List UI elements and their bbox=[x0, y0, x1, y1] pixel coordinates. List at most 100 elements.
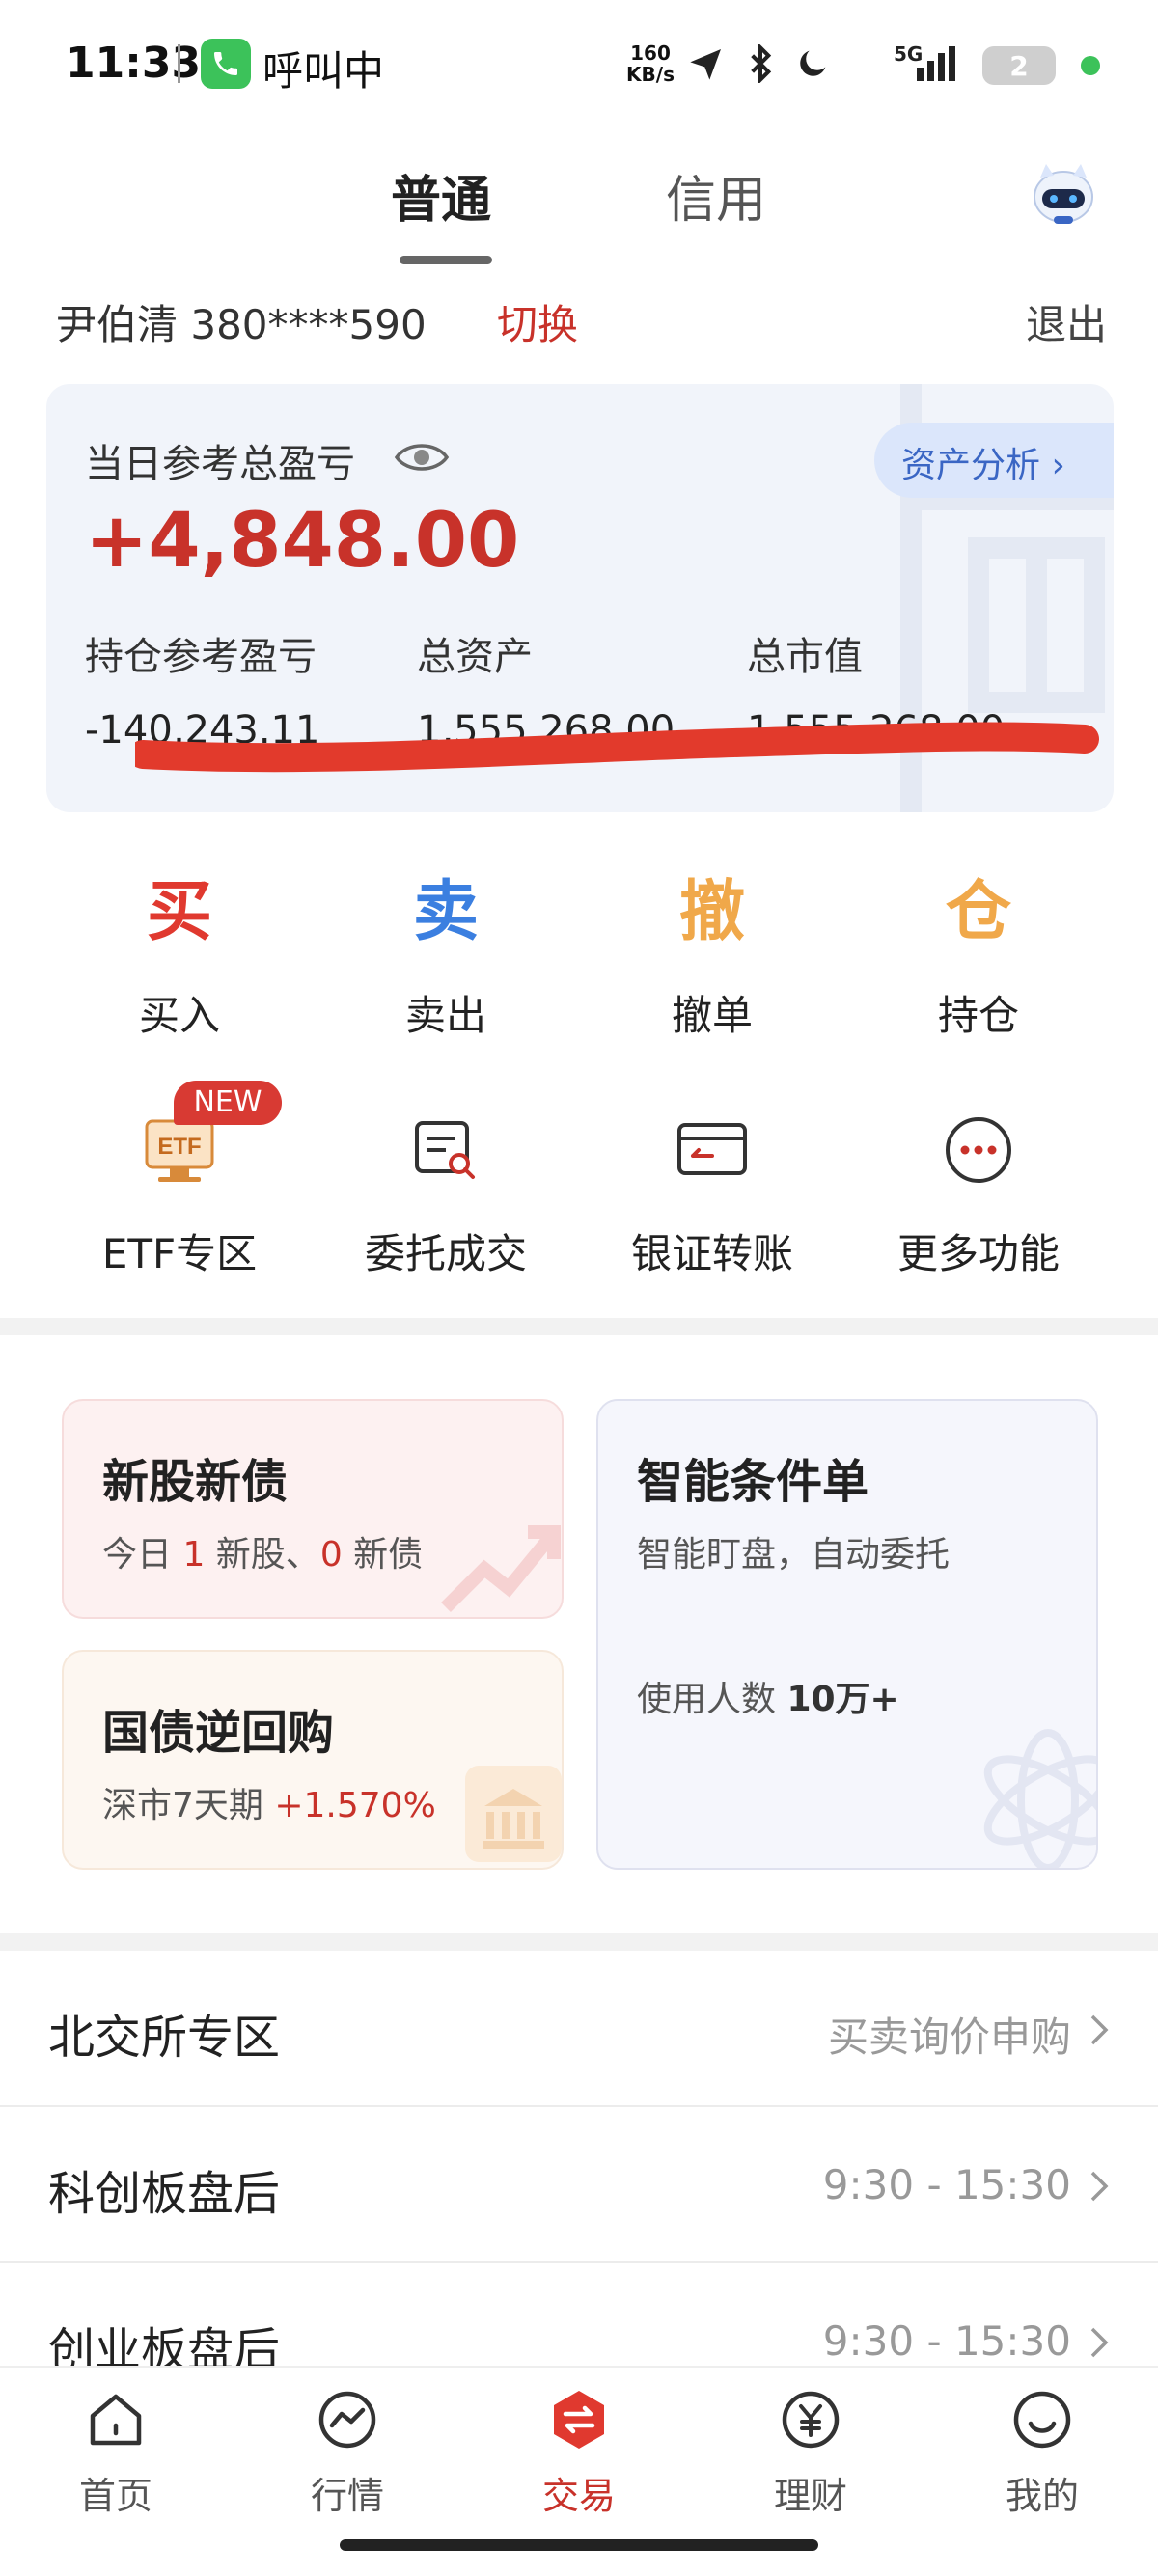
ipo-bond-count: 0 bbox=[319, 1535, 343, 1575]
battery-icon: 2 bbox=[982, 46, 1056, 85]
position-pl-label: 持仓参考盈亏 bbox=[85, 635, 317, 679]
asset-analysis-button[interactable]: 资产分析 › bbox=[874, 423, 1114, 498]
bank-building-icon bbox=[465, 1766, 562, 1862]
wealth-icon bbox=[695, 2381, 926, 2458]
atom-icon bbox=[983, 1729, 1096, 1868]
signal-icon bbox=[913, 44, 963, 87]
network-speed-value: 160 bbox=[630, 41, 671, 65]
positions-icon: 仓 bbox=[945, 873, 1011, 950]
ipo-card[interactable]: 新股新债 今日 1 新股、0 新债 bbox=[62, 1399, 564, 1619]
tab-indicator bbox=[400, 256, 492, 264]
ipo-prefix: 今日 bbox=[102, 1535, 183, 1575]
daily-pl-value: +4,848.00 bbox=[85, 498, 520, 585]
ipo-subtitle: 今日 1 新股、0 新债 bbox=[102, 1526, 423, 1576]
positions-label: 持仓 bbox=[937, 992, 1019, 1039]
eye-icon[interactable] bbox=[394, 438, 450, 480]
nav-wealth[interactable]: 理财 bbox=[695, 2381, 926, 2519]
more-functions-label: 更多功能 bbox=[896, 1230, 1060, 1277]
orders-trades-button[interactable]: 委托成交 bbox=[330, 1111, 562, 1280]
status-bar: 11:33 呼叫中 160 KB/s 5G 2 bbox=[0, 0, 1158, 125]
chevron-right-icon bbox=[1090, 2171, 1109, 2202]
order-search-icon bbox=[330, 1111, 562, 1189]
daily-pl-label: 当日参考总盈亏 bbox=[85, 442, 355, 486]
ipo-title: 新股新债 bbox=[102, 1455, 289, 1509]
bank-card-icon bbox=[596, 1111, 828, 1189]
market-value-label: 总市值 bbox=[747, 635, 863, 679]
home-indicator[interactable] bbox=[340, 2539, 818, 2551]
sell-icon: 卖 bbox=[412, 873, 479, 950]
nav-home-label: 首页 bbox=[78, 2475, 152, 2517]
nav-wealth-label: 理财 bbox=[773, 2475, 847, 2517]
moon-icon bbox=[793, 44, 832, 87]
reverse-repo-desc: 深市7天期 bbox=[102, 1786, 275, 1825]
send-icon bbox=[687, 44, 726, 87]
logout-button[interactable]: 退出 bbox=[1026, 292, 1107, 351]
nav-trade[interactable]: 交易 bbox=[463, 2381, 695, 2519]
star-after-hours-time: 9:30 - 15:30 bbox=[822, 2161, 1071, 2208]
smart-order-users-label: 使用人数 bbox=[637, 1680, 787, 1719]
sell-button[interactable]: 卖 卖出 bbox=[330, 873, 562, 1042]
bse-zone-detail: 买卖询价申购 bbox=[827, 2014, 1071, 2061]
chevron-right-icon bbox=[1090, 2327, 1109, 2358]
phone-icon[interactable] bbox=[201, 39, 251, 89]
buy-button[interactable]: 买 买入 bbox=[64, 873, 295, 1042]
trade-icon bbox=[463, 2381, 695, 2458]
ipo-suffix: 新债 bbox=[342, 1535, 424, 1575]
new-badge: NEW bbox=[174, 1081, 282, 1125]
cancel-order-icon: 撤 bbox=[678, 873, 745, 950]
privacy-dot bbox=[1081, 56, 1100, 75]
total-assets-label: 总资产 bbox=[417, 635, 533, 679]
chinext-after-hours-time: 9:30 - 15:30 bbox=[822, 2317, 1071, 2365]
account-name-id: 尹伯清 380****590 bbox=[56, 301, 427, 348]
sell-label: 卖出 bbox=[404, 992, 486, 1039]
star-after-hours-title: 科创板盘后 bbox=[48, 2167, 281, 2221]
more-icon bbox=[863, 1111, 1094, 1189]
smart-order-card[interactable]: 智能条件单 智能盯盘，自动委托 使用人数 10万+ bbox=[596, 1399, 1098, 1870]
market-icon bbox=[232, 2381, 463, 2458]
bluetooth-icon bbox=[741, 42, 780, 87]
nav-profile-label: 我的 bbox=[1005, 2475, 1079, 2517]
robot-assistant-icon[interactable] bbox=[1027, 156, 1100, 233]
reverse-repo-subtitle: 深市7天期 +1.570% bbox=[102, 1777, 436, 1827]
network-speed-unit: KB/s bbox=[626, 63, 675, 86]
profile-icon bbox=[926, 2381, 1158, 2458]
smart-order-desc: 智能盯盘，自动委托 bbox=[637, 1535, 951, 1575]
buy-label: 买入 bbox=[138, 992, 220, 1039]
smart-order-users-value: 10万+ bbox=[786, 1680, 899, 1719]
reverse-repo-title: 国债逆回购 bbox=[102, 1706, 335, 1760]
ipo-stock-count: 1 bbox=[182, 1535, 206, 1575]
asset-card: 当日参考总盈亏 资产分析 › +4,848.00 持仓参考盈亏 总资产 总市值 … bbox=[46, 384, 1114, 812]
nav-market-label: 行情 bbox=[310, 2475, 384, 2517]
tab-credit[interactable]: 信用 bbox=[666, 159, 766, 232]
orders-trades-label: 委托成交 bbox=[364, 1230, 527, 1277]
bank-transfer-label: 银证转账 bbox=[630, 1230, 793, 1277]
ipo-middle: 新股、 bbox=[205, 1535, 320, 1575]
nav-home[interactable]: 首页 bbox=[0, 2381, 232, 2519]
positions-button[interactable]: 仓 持仓 bbox=[863, 873, 1094, 1042]
etf-zone-button[interactable]: ETF ETF专区 bbox=[64, 1111, 295, 1280]
call-status-text[interactable]: 呼叫中 bbox=[262, 39, 384, 97]
cancel-order-label: 撤单 bbox=[671, 992, 753, 1039]
list-item-bse-zone[interactable]: 北交所专区 买卖询价申购 bbox=[0, 1951, 1158, 2107]
status-time: 11:33 bbox=[66, 39, 202, 88]
switch-account-button[interactable]: 切换 bbox=[497, 292, 578, 351]
buy-icon: 买 bbox=[146, 873, 212, 950]
reverse-repo-card[interactable]: 国债逆回购 深市7天期 +1.570% bbox=[62, 1650, 564, 1870]
cancel-order-button[interactable]: 撤 撤单 bbox=[596, 873, 828, 1042]
battery-level: 2 bbox=[1009, 50, 1029, 82]
growth-chart-icon bbox=[441, 1525, 561, 1612]
network-speed: 160 KB/s bbox=[623, 42, 677, 85]
bank-transfer-button[interactable]: 银证转账 bbox=[596, 1111, 828, 1280]
nav-market[interactable]: 行情 bbox=[232, 2381, 463, 2519]
smart-order-users: 使用人数 10万+ bbox=[637, 1671, 899, 1721]
bse-zone-title: 北交所专区 bbox=[48, 2011, 281, 2065]
smart-order-title: 智能条件单 bbox=[637, 1455, 869, 1509]
etf-zone-label: ETF专区 bbox=[101, 1230, 258, 1277]
tab-normal[interactable]: 普通 bbox=[391, 159, 491, 232]
nav-profile[interactable]: 我的 bbox=[926, 2381, 1158, 2519]
more-functions-button[interactable]: 更多功能 bbox=[863, 1111, 1094, 1280]
status-divider bbox=[178, 44, 180, 83]
list-item-star-after-hours[interactable]: 科创板盘后 9:30 - 15:30 bbox=[0, 2107, 1158, 2263]
reverse-repo-rate: +1.570% bbox=[274, 1786, 436, 1825]
chevron-right-icon bbox=[1090, 2014, 1109, 2045]
